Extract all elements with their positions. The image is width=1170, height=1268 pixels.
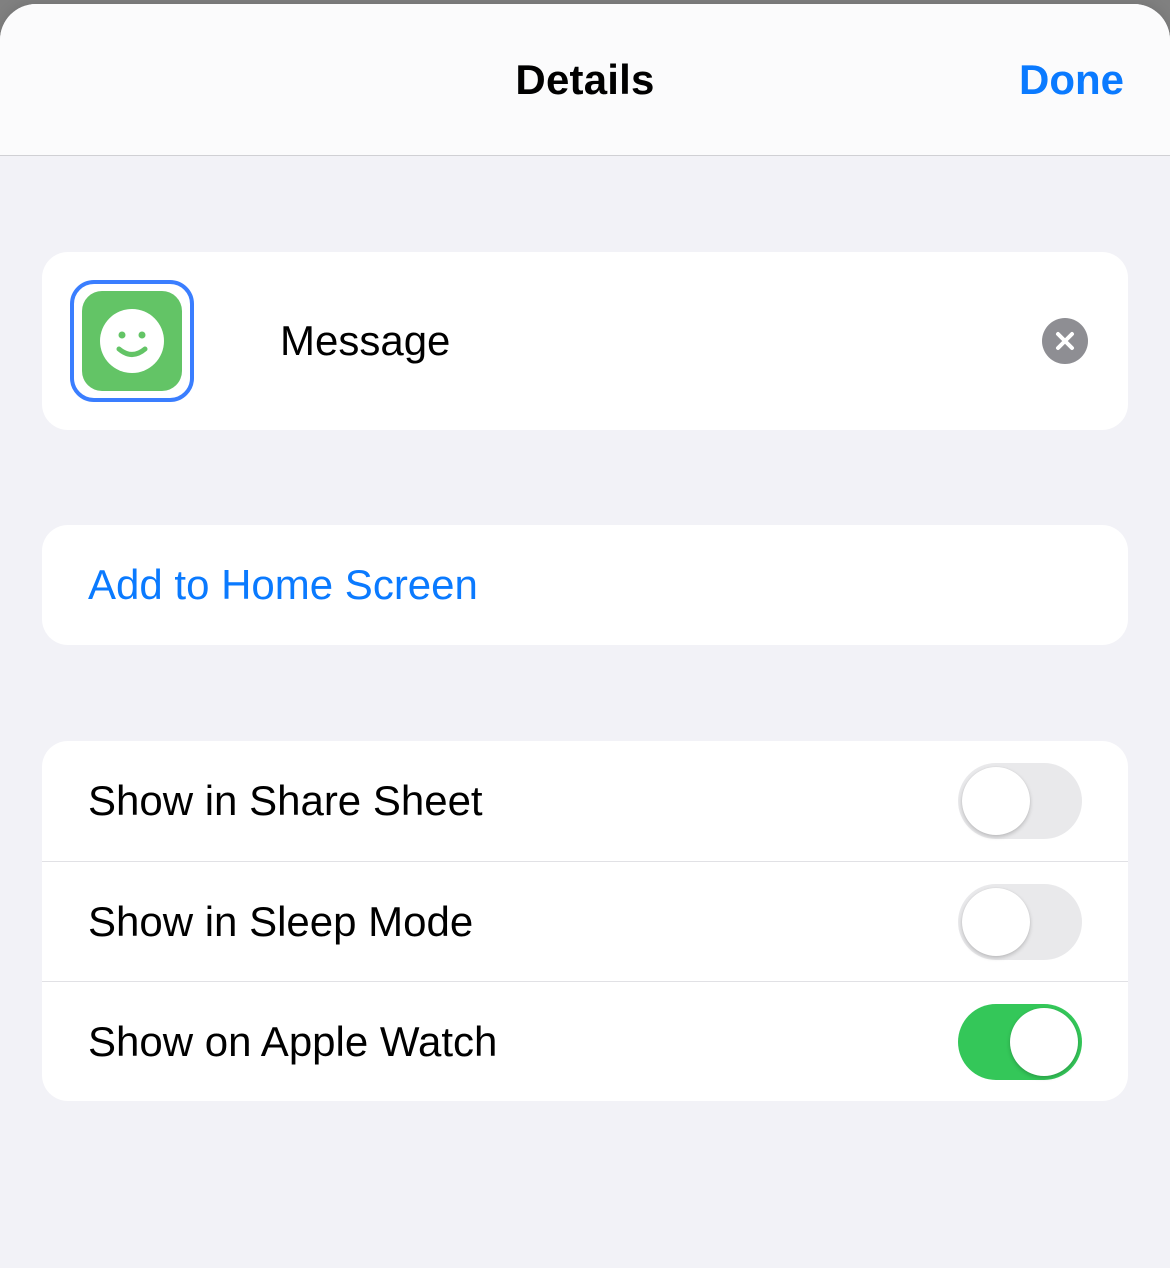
toggle-knob xyxy=(962,767,1030,835)
toggle-knob xyxy=(1010,1008,1078,1076)
share-sheet-row: Show in Share Sheet xyxy=(42,741,1128,861)
navbar: Details Done xyxy=(0,4,1170,156)
details-sheet: Details Done Message xyxy=(0,4,1170,1268)
toggle-knob xyxy=(962,888,1030,956)
apple-watch-toggle[interactable] xyxy=(958,1004,1082,1080)
apple-watch-row: Show on Apple Watch xyxy=(42,981,1128,1101)
sleep-mode-toggle[interactable] xyxy=(958,884,1082,960)
sleep-mode-label: Show in Sleep Mode xyxy=(88,898,473,946)
content-area: Message Add to Home Screen Show in Share… xyxy=(0,156,1170,1101)
shortcut-icon-tile xyxy=(82,291,182,391)
page-title: Details xyxy=(515,56,654,104)
done-button[interactable]: Done xyxy=(1019,56,1124,104)
apple-watch-label: Show on Apple Watch xyxy=(88,1018,497,1066)
sleep-mode-row: Show in Sleep Mode xyxy=(42,861,1128,981)
shortcut-name-group: Message xyxy=(42,252,1128,430)
add-to-home-screen-button[interactable]: Add to Home Screen xyxy=(42,525,1128,645)
share-sheet-label: Show in Share Sheet xyxy=(88,777,483,825)
add-to-home-screen-group: Add to Home Screen xyxy=(42,525,1128,645)
visibility-toggles-group: Show in Share Sheet Show in Sleep Mode S… xyxy=(42,741,1128,1101)
shortcut-icon-picker[interactable] xyxy=(70,280,194,402)
share-sheet-toggle[interactable] xyxy=(958,763,1082,839)
clear-name-button[interactable] xyxy=(1042,318,1088,364)
smiley-icon xyxy=(97,306,167,376)
close-icon xyxy=(1054,330,1076,352)
shortcut-name-field[interactable]: Message xyxy=(280,317,956,365)
add-to-home-screen-label: Add to Home Screen xyxy=(88,561,478,609)
shortcut-name-row: Message xyxy=(42,252,1128,430)
